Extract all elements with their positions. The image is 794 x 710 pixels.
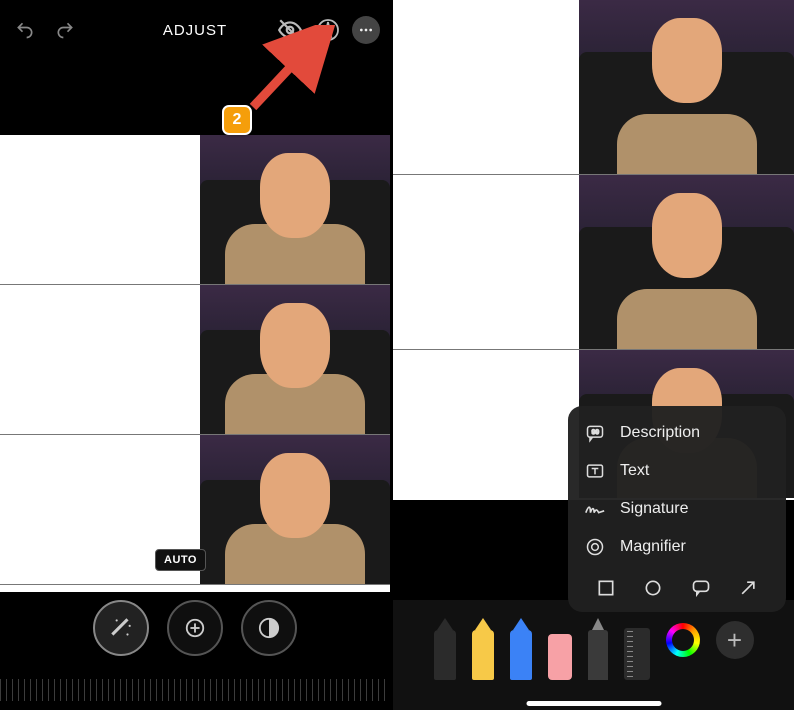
menu-item-description[interactable]: 99 Description	[568, 414, 786, 452]
auto-badge: AUTO	[155, 549, 206, 571]
magnifier-icon	[584, 536, 606, 558]
shape-square-icon[interactable]	[594, 576, 618, 600]
speech-bubble-icon: 99	[584, 422, 606, 444]
auto-enhance-button[interactable]	[93, 600, 149, 656]
meme-face-cell	[200, 435, 390, 584]
exposure-button[interactable]	[167, 600, 223, 656]
meme-text-cell	[393, 350, 579, 498]
mode-title: ADJUST	[163, 22, 227, 39]
shape-row	[568, 566, 786, 604]
image-canvas[interactable]: AUTO	[0, 135, 390, 593]
meme-face-cell	[200, 285, 390, 434]
menu-label: Description	[620, 424, 700, 442]
meme-row	[393, 0, 794, 175]
home-indicator	[526, 701, 661, 706]
undo-button[interactable]	[10, 15, 40, 45]
add-element-button[interactable]: +	[716, 621, 754, 659]
step-badge-2: 2	[222, 105, 252, 135]
meme-row	[393, 175, 794, 350]
top-bar: ADJUST	[0, 0, 390, 60]
ruler-tool[interactable]	[624, 628, 650, 680]
meme-face-cell	[579, 0, 794, 174]
left-panel-photo-adjust: ADJUST	[0, 0, 390, 710]
meme-row	[0, 135, 390, 285]
menu-item-signature[interactable]: Signature	[568, 490, 786, 528]
markup-pen-icon[interactable]	[314, 16, 342, 44]
add-element-menu: 99 Description Text Signature Magnifier	[568, 406, 786, 612]
shape-arrow-icon[interactable]	[736, 576, 760, 600]
right-panel-markup: 99 Description Text Signature Magnifier	[393, 0, 794, 710]
menu-label: Text	[620, 462, 649, 480]
meme-face-cell	[200, 135, 390, 284]
bottom-edit-controls	[0, 592, 390, 710]
shape-speech-icon[interactable]	[689, 576, 713, 600]
more-button[interactable]	[352, 16, 380, 44]
redo-button[interactable]	[50, 15, 80, 45]
meme-text-cell	[0, 135, 200, 284]
hide-changes-icon[interactable]	[276, 16, 304, 44]
adjustment-slider[interactable]	[0, 679, 390, 701]
menu-label: Magnifier	[620, 538, 686, 556]
highlighter-tool-yellow[interactable]	[472, 630, 494, 680]
menu-item-text[interactable]: Text	[568, 452, 786, 490]
brilliance-button[interactable]	[241, 600, 297, 656]
meme-text-cell	[393, 175, 579, 349]
menu-item-magnifier[interactable]: Magnifier	[568, 528, 786, 566]
eraser-tool[interactable]	[548, 634, 572, 680]
signature-icon	[584, 498, 606, 520]
meme-face-cell	[579, 175, 794, 349]
color-picker-button[interactable]	[666, 623, 700, 657]
pen-tool-blue[interactable]	[510, 630, 532, 680]
text-box-icon	[584, 460, 606, 482]
shape-circle-icon[interactable]	[641, 576, 665, 600]
pencil-tool[interactable]	[588, 630, 608, 680]
meme-text-cell	[0, 285, 200, 434]
markup-toolbar: +	[393, 600, 794, 710]
svg-text:99: 99	[592, 429, 600, 436]
meme-text-cell	[393, 0, 579, 174]
meme-row	[0, 285, 390, 435]
pen-tool-black[interactable]	[434, 630, 456, 680]
menu-label: Signature	[620, 500, 689, 518]
